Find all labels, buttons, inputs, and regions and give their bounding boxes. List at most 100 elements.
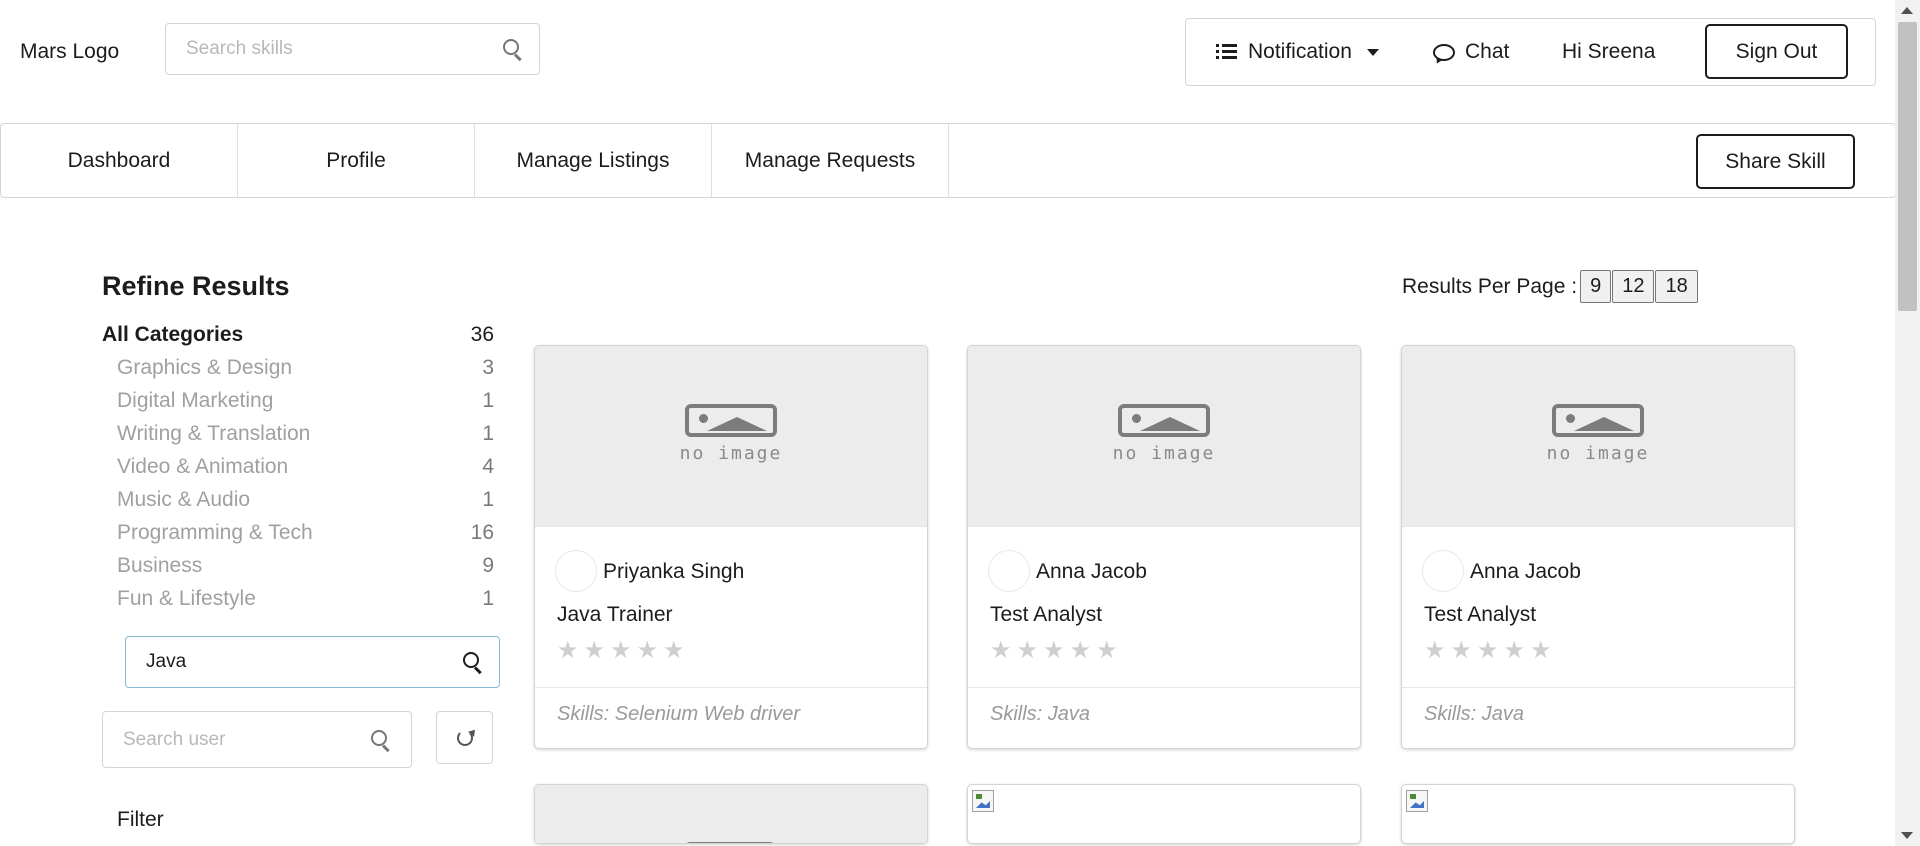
avatar bbox=[1422, 550, 1464, 592]
category-label: All Categories bbox=[102, 323, 244, 346]
search-skills-input[interactable] bbox=[166, 24, 539, 74]
avatar bbox=[988, 550, 1030, 592]
per-page-9-button[interactable]: 9 bbox=[1580, 270, 1612, 303]
results-per-page-label: Results Per Page : bbox=[1402, 274, 1578, 298]
broken-image-icon bbox=[1406, 790, 1428, 812]
star-icon: ★ bbox=[1043, 637, 1065, 664]
star-icon: ★ bbox=[583, 637, 606, 664]
skill-card[interactable]: no image Priyanka Singh Java Trainer ★ ★… bbox=[534, 345, 928, 749]
skill-card[interactable]: no image Anna Jacob Test Analyst ★ ★ ★ ★… bbox=[967, 345, 1361, 749]
per-page-18-button[interactable]: 18 bbox=[1655, 270, 1698, 303]
category-all[interactable]: All Categories 36 bbox=[102, 323, 494, 356]
no-image-placeholder: no image bbox=[968, 346, 1360, 527]
category-graphics-design[interactable]: Graphics & Design 3 bbox=[102, 356, 494, 389]
search-icon[interactable] bbox=[503, 39, 523, 59]
category-count: 1 bbox=[482, 389, 494, 412]
nav-item-manage-requests[interactable]: Manage Requests bbox=[712, 124, 949, 197]
search-icon[interactable] bbox=[463, 652, 483, 672]
category-writing-translation[interactable]: Writing & Translation 1 bbox=[102, 422, 494, 455]
chat-bubble-icon bbox=[1433, 43, 1455, 61]
star-icon: ★ bbox=[663, 637, 685, 664]
sign-out-button[interactable]: Sign Out bbox=[1705, 24, 1848, 79]
nav-item-manage-listings[interactable]: Manage Listings bbox=[475, 124, 712, 197]
star-icon: ★ bbox=[610, 637, 632, 664]
category-label: Fun & Lifestyle bbox=[117, 587, 256, 610]
star-icon: ★ bbox=[1450, 637, 1473, 664]
category-count: 36 bbox=[470, 323, 494, 346]
main-nav: Dashboard Profile Manage Listings Manage… bbox=[0, 123, 1896, 198]
notification-label: Notification bbox=[1248, 40, 1352, 63]
card-title[interactable]: Java Trainer bbox=[557, 603, 673, 627]
refresh-button[interactable] bbox=[436, 711, 493, 764]
category-count: 3 bbox=[482, 356, 494, 379]
category-count: 4 bbox=[482, 455, 494, 478]
chat-link[interactable]: Chat bbox=[1433, 19, 1509, 85]
broken-image-icon bbox=[972, 790, 994, 812]
scroll-up-arrow-icon[interactable] bbox=[1901, 7, 1913, 14]
refine-results-heading: Refine Results bbox=[102, 271, 290, 301]
category-label: Digital Marketing bbox=[117, 389, 274, 412]
category-label: Writing & Translation bbox=[117, 422, 311, 445]
category-list: All Categories 36 Graphics & Design 3 Di… bbox=[102, 323, 494, 620]
skill-card[interactable]: no image Anna Jacob Test Analyst ★ ★ ★ ★… bbox=[1401, 345, 1795, 749]
no-image-placeholder bbox=[535, 785, 927, 843]
star-icon: ★ bbox=[1424, 637, 1446, 664]
list-icon bbox=[1216, 43, 1238, 61]
avatar bbox=[555, 550, 597, 592]
star-icon: ★ bbox=[1069, 637, 1092, 664]
category-programming-tech[interactable]: Programming & Tech 16 bbox=[102, 521, 494, 554]
category-fun-lifestyle[interactable]: Fun & Lifestyle 1 bbox=[102, 587, 494, 620]
nav-item-profile[interactable]: Profile bbox=[238, 124, 475, 197]
filter-skill-search-box[interactable] bbox=[125, 636, 500, 688]
no-image-text: no image bbox=[679, 443, 783, 464]
user-greeting[interactable]: Hi Sreena bbox=[1562, 19, 1655, 85]
skill-card[interactable] bbox=[1401, 784, 1795, 844]
skill-card[interactable] bbox=[534, 784, 928, 844]
image-placeholder-icon bbox=[1552, 404, 1644, 437]
per-page-12-button[interactable]: 12 bbox=[1612, 270, 1655, 303]
share-skill-button[interactable]: Share Skill bbox=[1696, 134, 1855, 189]
category-music-audio[interactable]: Music & Audio 1 bbox=[102, 488, 494, 521]
category-count: 1 bbox=[482, 587, 494, 610]
no-image-text: no image bbox=[1546, 443, 1650, 464]
category-digital-marketing[interactable]: Digital Marketing 1 bbox=[102, 389, 494, 422]
card-author[interactable]: Priyanka Singh bbox=[603, 560, 744, 584]
rating-stars: ★ ★ ★ ★ ★ bbox=[1424, 636, 1557, 666]
notification-dropdown[interactable]: Notification bbox=[1216, 19, 1379, 85]
category-count: 1 bbox=[482, 488, 494, 511]
no-image-placeholder: no image bbox=[535, 346, 927, 527]
star-icon: ★ bbox=[1096, 637, 1118, 664]
mars-logo[interactable]: Mars Logo bbox=[20, 40, 119, 64]
star-icon: ★ bbox=[636, 637, 659, 664]
category-label: Programming & Tech bbox=[117, 521, 313, 544]
rating-stars: ★ ★ ★ ★ ★ bbox=[557, 636, 690, 666]
no-image-placeholder: no image bbox=[1402, 346, 1794, 527]
category-label: Video & Animation bbox=[117, 455, 289, 478]
page-scrollbar[interactable] bbox=[1895, 0, 1920, 846]
scrollbar-thumb[interactable] bbox=[1898, 22, 1917, 311]
card-title[interactable]: Test Analyst bbox=[990, 603, 1102, 627]
card-author[interactable]: Anna Jacob bbox=[1036, 560, 1147, 584]
scroll-down-arrow-icon[interactable] bbox=[1901, 832, 1913, 839]
skill-card[interactable] bbox=[967, 784, 1361, 844]
star-icon: ★ bbox=[1530, 637, 1552, 664]
category-video-animation[interactable]: Video & Animation 4 bbox=[102, 455, 494, 488]
category-count: 9 bbox=[482, 554, 494, 577]
star-icon: ★ bbox=[557, 637, 579, 664]
star-icon: ★ bbox=[1016, 637, 1039, 664]
card-author[interactable]: Anna Jacob bbox=[1470, 560, 1581, 584]
image-placeholder-icon bbox=[1118, 404, 1210, 437]
card-title[interactable]: Test Analyst bbox=[1424, 603, 1536, 627]
card-divider bbox=[535, 687, 927, 688]
search-icon[interactable] bbox=[371, 729, 391, 750]
skill-search-box[interactable] bbox=[165, 23, 540, 75]
card-skills: Skills: Java bbox=[990, 703, 1091, 725]
filter-skill-input[interactable] bbox=[126, 637, 499, 687]
user-menu-bar: Notification Chat Hi Sreena Sign Out bbox=[1185, 18, 1876, 86]
user-search-box[interactable] bbox=[102, 711, 412, 768]
search-user-input[interactable] bbox=[103, 712, 411, 767]
nav-item-dashboard[interactable]: Dashboard bbox=[1, 124, 238, 197]
category-label: Music & Audio bbox=[117, 488, 251, 511]
category-business[interactable]: Business 9 bbox=[102, 554, 494, 587]
refresh-icon bbox=[457, 730, 473, 746]
